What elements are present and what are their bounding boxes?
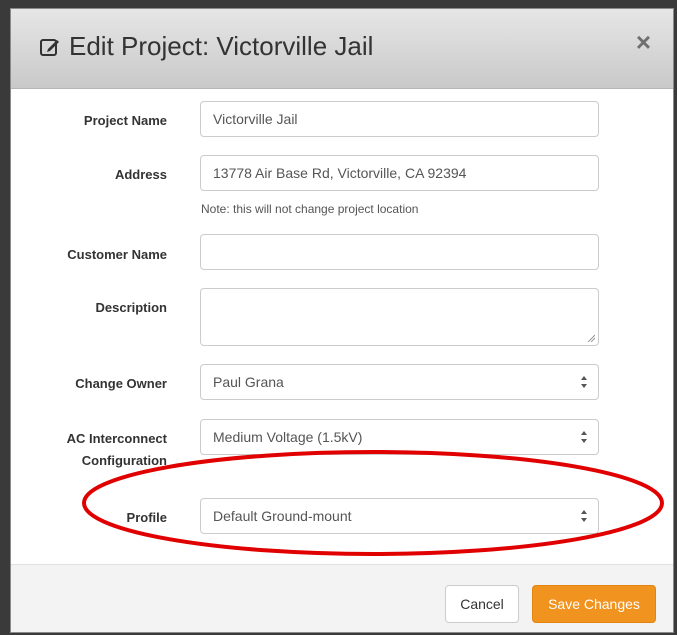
address-label: Address [114,167,167,182]
modal-footer: Cancel Save Changes [11,564,673,632]
modal-header: Edit Project: Victorville Jail × [11,9,673,89]
customer-name-label: Customer Name [67,247,167,262]
profile-label: Profile [126,510,167,525]
cancel-button[interactable]: Cancel [445,585,519,623]
edit-project-modal: Edit Project: Victorville Jail × Project… [10,8,674,633]
ac-interconnect-select[interactable]: Medium Voltage (1.5kV) [200,419,599,455]
change-owner-label: Change Owner [75,376,167,391]
description-textarea[interactable] [200,288,599,346]
ac-interconnect-value[interactable]: Medium Voltage (1.5kV) [200,419,599,455]
project-name-input[interactable] [200,101,599,137]
change-owner-value[interactable]: Paul Grana [200,364,599,400]
select-arrows-icon [581,431,587,443]
project-name-label: Project Name [83,113,167,128]
edit-icon [40,39,59,56]
profile-value[interactable]: Default Ground-mount [200,498,599,534]
close-button[interactable]: × [636,29,651,55]
ac-interconnect-label: AC Interconnect Configuration [11,428,167,472]
address-input[interactable] [200,155,599,191]
description-label: Description [95,300,167,315]
modal-title: Edit Project: Victorville Jail [69,31,374,61]
ac-interconnect-label-line2: Configuration [81,453,167,468]
modal-body: Project Name Address Note: this will not… [11,89,673,564]
change-owner-select[interactable]: Paul Grana [200,364,599,400]
address-help-text: Note: this will not change project locat… [201,202,419,216]
close-icon[interactable]: × [636,27,651,57]
ac-interconnect-label-line1: AC Interconnect [66,431,167,446]
select-arrows-icon [581,376,587,388]
profile-select[interactable]: Default Ground-mount [200,498,599,534]
select-arrows-icon [581,510,587,522]
description-field[interactable] [200,288,599,346]
save-changes-button[interactable]: Save Changes [532,585,656,623]
resize-grip-icon[interactable] [587,334,595,342]
customer-name-input[interactable] [200,234,599,270]
